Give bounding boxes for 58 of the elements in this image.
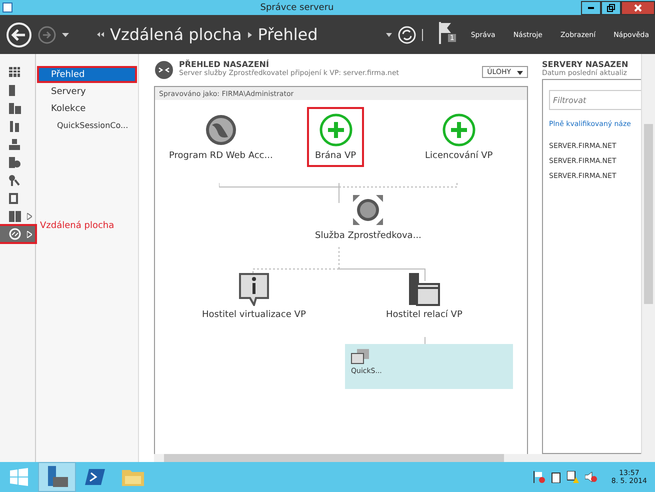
role-node[interactable]: Hostitel virtualizace VP <box>194 266 314 326</box>
role-node[interactable]: Program RD Web Acc... <box>161 107 281 167</box>
expand-arrow-icon <box>27 230 32 238</box>
terminal-icon <box>85 469 105 485</box>
section-title: PŘEHLED NASAZENÍ <box>179 60 270 69</box>
rail-item[interactable] <box>0 226 35 242</box>
tools-icon <box>9 174 20 186</box>
app-icon <box>2 2 13 13</box>
expand-arrow-icon <box>27 212 32 220</box>
window-title: Správce serveru <box>259 2 335 12</box>
filter-field[interactable]: Filtrovat <box>549 90 641 110</box>
section-title: SERVERY NASAZEN <box>542 60 630 69</box>
windows-stack-icon <box>351 349 369 364</box>
nav-item[interactable]: QuickSessionCo... <box>37 117 137 134</box>
flag-icon[interactable] <box>438 22 453 44</box>
vertical-scrollbar[interactable] <box>641 54 655 454</box>
info-speech-bubble-icon <box>236 272 271 306</box>
broker-icon <box>351 193 386 227</box>
role-node[interactable]: Brána VP <box>307 107 364 167</box>
add-icon <box>318 113 353 147</box>
nav-item[interactable]: Servery <box>37 83 137 100</box>
windows-logo-icon <box>10 468 28 486</box>
speaker-muted-icon <box>585 471 598 483</box>
close-icon <box>634 4 642 12</box>
dropdown-caret-icon[interactable] <box>386 32 392 36</box>
horizontal-scrollbar[interactable] <box>154 454 655 462</box>
double-chevron-icon <box>97 32 104 37</box>
grid-icon <box>9 67 20 77</box>
remote-desktop-icon <box>154 60 174 80</box>
minimize-button[interactable] <box>581 0 601 14</box>
minimize-icon <box>588 6 594 8</box>
network-warning-icon <box>567 471 580 483</box>
caret-icon <box>517 71 523 75</box>
globe-icon <box>204 113 238 147</box>
dropdown-caret-icon[interactable] <box>62 32 69 36</box>
taskbar-app[interactable] <box>38 462 76 492</box>
refresh-icon[interactable] <box>398 26 416 44</box>
close-button[interactable] <box>621 0 655 14</box>
remote-desktop-icon <box>9 228 21 240</box>
breadcrumb-item[interactable]: Přehled <box>258 25 318 44</box>
restore-button[interactable] <box>601 0 621 14</box>
breadcrumb-item[interactable]: Vzdálená plocha <box>110 25 242 44</box>
server-window-icon <box>407 272 442 306</box>
files-icon <box>9 192 18 204</box>
annotation-label: Vzdálená plocha <box>40 221 114 231</box>
forward-icon[interactable] <box>38 26 56 44</box>
server-icon <box>9 84 15 96</box>
chevron-icon <box>248 32 252 38</box>
role-node[interactable]: Hostitel relací VP <box>378 266 470 326</box>
servers-icon <box>9 102 21 114</box>
add-icon <box>442 113 476 147</box>
flag-error-icon <box>533 471 546 483</box>
back-icon[interactable] <box>6 22 32 48</box>
role-node[interactable]: Služba Zprostředkova... <box>307 187 430 247</box>
restore-icon <box>607 4 615 12</box>
role-node[interactable]: Licencování VP <box>417 107 501 167</box>
nav-item[interactable]: Přehled <box>37 66 137 83</box>
nav-item[interactable]: Kolekce <box>37 100 137 117</box>
